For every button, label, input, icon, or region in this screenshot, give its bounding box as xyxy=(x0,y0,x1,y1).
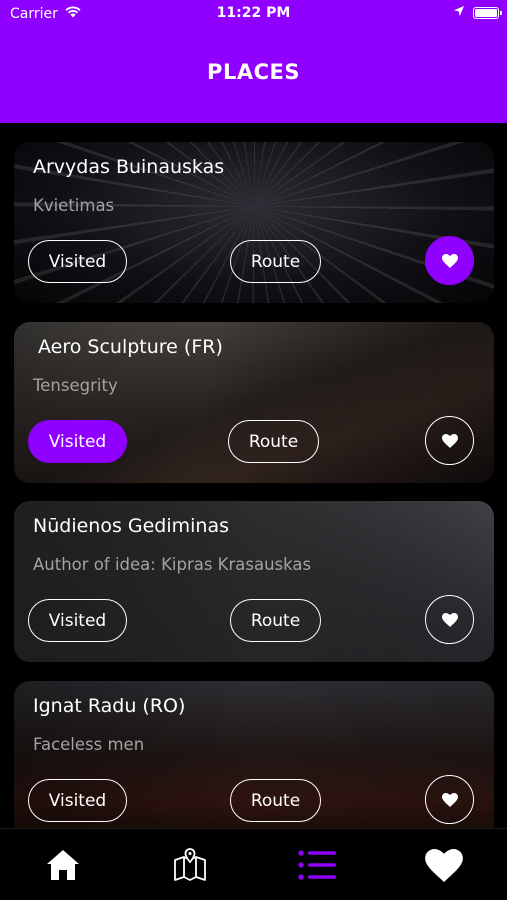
route-button[interactable]: Route xyxy=(230,240,321,283)
favorite-button[interactable] xyxy=(425,416,474,465)
route-button[interactable]: Route xyxy=(230,779,321,822)
place-card[interactable]: Arvydas Buinauskas Kvietimas Visited Rou… xyxy=(14,142,494,303)
place-subtitle: Kvietimas xyxy=(33,196,115,215)
heart-icon xyxy=(441,253,458,268)
place-subtitle: Tensegrity xyxy=(33,376,118,395)
favorite-button[interactable] xyxy=(425,775,474,824)
favorite-button[interactable] xyxy=(425,236,474,285)
location-arrow-icon xyxy=(453,5,465,21)
place-name: Nūdienos Gediminas xyxy=(33,515,230,537)
map-icon xyxy=(174,848,206,881)
places-list[interactable]: Arvydas Buinauskas Kvietimas Visited Rou… xyxy=(0,123,507,828)
route-button[interactable]: Route xyxy=(228,420,319,463)
tab-bar xyxy=(0,828,507,900)
visited-button[interactable]: Visited xyxy=(28,599,127,642)
route-button[interactable]: Route xyxy=(230,599,321,642)
header: Carrier 11:22 PM PLACES xyxy=(0,0,507,123)
place-subtitle: Faceless men xyxy=(33,735,145,754)
favorite-button[interactable] xyxy=(425,595,474,644)
visited-button[interactable]: Visited xyxy=(28,240,127,283)
list-icon xyxy=(298,850,336,880)
home-icon xyxy=(47,850,79,880)
tab-list[interactable] xyxy=(254,829,380,900)
place-card[interactable]: Nūdienos Gediminas Author of idea: Kipra… xyxy=(14,501,494,662)
page-title: PLACES xyxy=(207,60,300,84)
place-name: Arvydas Buinauskas xyxy=(33,156,225,178)
place-card[interactable]: Aero Sculpture (FR) Tensegrity Visited R… xyxy=(14,322,494,483)
heart-icon xyxy=(441,612,458,627)
visited-button[interactable]: Visited xyxy=(28,420,127,463)
tab-map[interactable] xyxy=(127,829,253,900)
heart-icon xyxy=(441,792,458,807)
tab-favorites[interactable] xyxy=(381,829,507,900)
heart-icon xyxy=(441,433,458,448)
status-time: 11:22 PM xyxy=(216,5,291,21)
place-subtitle: Author of idea: Kipras Krasauskas xyxy=(33,555,312,574)
battery-icon xyxy=(473,7,502,19)
tab-home[interactable] xyxy=(0,829,126,900)
status-right xyxy=(453,5,502,21)
place-name: Aero Sculpture (FR) xyxy=(38,336,223,358)
status-bar: Carrier 11:22 PM xyxy=(0,0,507,28)
place-card[interactable]: Ignat Radu (RO) Faceless men Visited Rou… xyxy=(14,681,494,828)
place-name: Ignat Radu (RO) xyxy=(33,695,186,717)
visited-button[interactable]: Visited xyxy=(28,779,127,822)
heart-icon xyxy=(425,848,463,882)
